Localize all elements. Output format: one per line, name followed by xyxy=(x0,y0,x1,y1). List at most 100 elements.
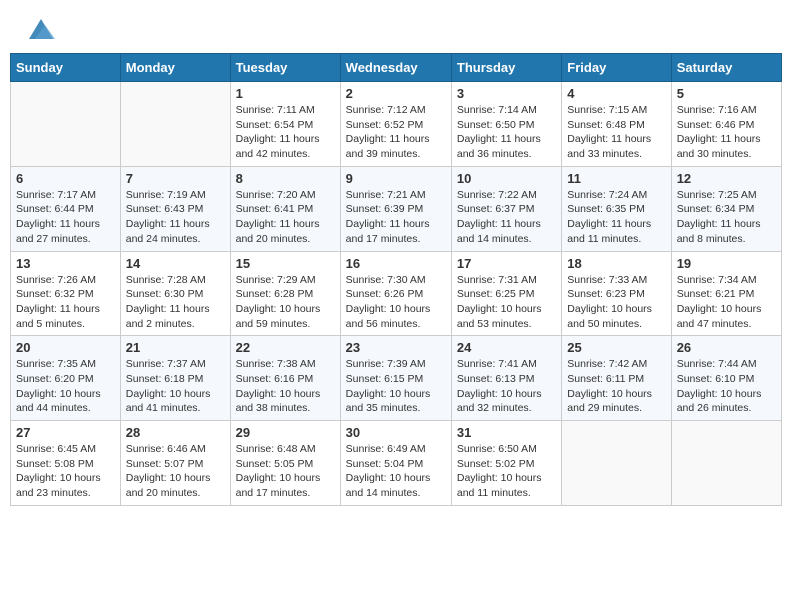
calendar-week-4: 20Sunrise: 7:35 AM Sunset: 6:20 PM Dayli… xyxy=(11,336,782,421)
day-number: 29 xyxy=(236,425,335,440)
day-number: 11 xyxy=(567,171,665,186)
calendar-cell: 26 Sunrise: 7:44 AM Sunset: 6:10 PM Dayli… xyxy=(671,336,781,421)
day-info: Sunrise: 7:22 AM Sunset: 6:37 PM Dayligh… xyxy=(457,188,556,247)
calendar-cell: 1 Sunrise: 7:11 AM Sunset: 6:54 PM Daylig… xyxy=(230,82,340,167)
calendar-week-1: 1 Sunrise: 7:11 AM Sunset: 6:54 PM Daylig… xyxy=(11,82,782,167)
day-info: Sunrise: 7:37 AM Sunset: 6:18 PM Dayligh… xyxy=(126,357,225,416)
calendar-cell: 15 Sunrise: 7:29 AM Sunset: 6:28 PM Dayli… xyxy=(230,251,340,336)
day-info: Sunrise: 7:30 AM Sunset: 6:26 PM Dayligh… xyxy=(346,273,446,332)
day-number: 2 xyxy=(346,86,446,101)
day-info: Sunrise: 7:33 AM Sunset: 6:23 PM Dayligh… xyxy=(567,273,665,332)
calendar-cell: 12 Sunrise: 7:25 AM Sunset: 6:34 PM Dayli… xyxy=(671,166,781,251)
logo xyxy=(25,20,55,43)
calendar-cell: 23 Sunrise: 7:39 AM Sunset: 6:15 PM Dayli… xyxy=(340,336,451,421)
day-info: Sunrise: 7:44 AM Sunset: 6:10 PM Dayligh… xyxy=(677,357,776,416)
calendar-cell: 18 Sunrise: 7:33 AM Sunset: 6:23 PM Dayli… xyxy=(562,251,671,336)
day-number: 1 xyxy=(236,86,335,101)
calendar-cell: 16Sunrise: 7:30 AM Sunset: 6:26 PM Dayli… xyxy=(340,251,451,336)
day-header-sunday: Sunday xyxy=(11,54,121,82)
day-info: Sunrise: 7:20 AM Sunset: 6:41 PM Dayligh… xyxy=(236,188,335,247)
day-number: 26 xyxy=(677,340,776,355)
day-number: 13 xyxy=(16,256,115,271)
calendar-cell xyxy=(120,82,230,167)
day-header-friday: Friday xyxy=(562,54,671,82)
logo-icon xyxy=(27,15,55,43)
day-number: 4 xyxy=(567,86,665,101)
day-info: Sunrise: 6:48 AM Sunset: 5:05 PM Dayligh… xyxy=(236,442,335,501)
day-info: Sunrise: 7:24 AM Sunset: 6:35 PM Dayligh… xyxy=(567,188,665,247)
calendar-week-5: 27Sunrise: 6:45 AM Sunset: 5:08 PM Dayli… xyxy=(11,421,782,506)
day-info: Sunrise: 7:11 AM Sunset: 6:54 PM Dayligh… xyxy=(236,103,335,162)
day-number: 30 xyxy=(346,425,446,440)
day-info: Sunrise: 6:46 AM Sunset: 5:07 PM Dayligh… xyxy=(126,442,225,501)
day-number: 20 xyxy=(16,340,115,355)
day-info: Sunrise: 7:28 AM Sunset: 6:30 PM Dayligh… xyxy=(126,273,225,332)
calendar-cell: 28 Sunrise: 6:46 AM Sunset: 5:07 PM Dayli… xyxy=(120,421,230,506)
day-number: 23 xyxy=(346,340,446,355)
calendar-cell xyxy=(562,421,671,506)
day-number: 17 xyxy=(457,256,556,271)
calendar-cell: 14 Sunrise: 7:28 AM Sunset: 6:30 PM Dayli… xyxy=(120,251,230,336)
calendar-cell: 3 Sunrise: 7:14 AM Sunset: 6:50 PM Daylig… xyxy=(451,82,561,167)
day-number: 24 xyxy=(457,340,556,355)
day-info: Sunrise: 7:26 AM Sunset: 6:32 PM Dayligh… xyxy=(16,273,115,332)
day-info: Sunrise: 7:38 AM Sunset: 6:16 PM Dayligh… xyxy=(236,357,335,416)
calendar-cell: 10 Sunrise: 7:22 AM Sunset: 6:37 PM Dayli… xyxy=(451,166,561,251)
day-info: Sunrise: 7:17 AM Sunset: 6:44 PM Dayligh… xyxy=(16,188,115,247)
calendar-cell: 7Sunrise: 7:19 AM Sunset: 6:43 PM Daylig… xyxy=(120,166,230,251)
calendar-cell: 2 Sunrise: 7:12 AM Sunset: 6:52 PM Daylig… xyxy=(340,82,451,167)
day-number: 5 xyxy=(677,86,776,101)
calendar-cell: 20Sunrise: 7:35 AM Sunset: 6:20 PM Dayli… xyxy=(11,336,121,421)
day-number: 10 xyxy=(457,171,556,186)
calendar-cell: 29 Sunrise: 6:48 AM Sunset: 5:05 PM Dayli… xyxy=(230,421,340,506)
day-info: Sunrise: 7:34 AM Sunset: 6:21 PM Dayligh… xyxy=(677,273,776,332)
day-header-wednesday: Wednesday xyxy=(340,54,451,82)
day-info: Sunrise: 6:50 AM Sunset: 5:02 PM Dayligh… xyxy=(457,442,556,501)
calendar-cell: 17 Sunrise: 7:31 AM Sunset: 6:25 PM Dayli… xyxy=(451,251,561,336)
day-header-tuesday: Tuesday xyxy=(230,54,340,82)
day-number: 14 xyxy=(126,256,225,271)
calendar-cell: 22Sunrise: 7:38 AM Sunset: 6:16 PM Dayli… xyxy=(230,336,340,421)
calendar-cell: 4 Sunrise: 7:15 AM Sunset: 6:48 PM Daylig… xyxy=(562,82,671,167)
day-info: Sunrise: 7:15 AM Sunset: 6:48 PM Dayligh… xyxy=(567,103,665,162)
day-info: Sunrise: 7:41 AM Sunset: 6:13 PM Dayligh… xyxy=(457,357,556,416)
page-header xyxy=(10,10,782,48)
day-header-monday: Monday xyxy=(120,54,230,82)
day-number: 6 xyxy=(16,171,115,186)
day-info: Sunrise: 7:42 AM Sunset: 6:11 PM Dayligh… xyxy=(567,357,665,416)
calendar-cell: 31 Sunrise: 6:50 AM Sunset: 5:02 PM Dayli… xyxy=(451,421,561,506)
day-info: Sunrise: 7:29 AM Sunset: 6:28 PM Dayligh… xyxy=(236,273,335,332)
day-number: 18 xyxy=(567,256,665,271)
day-info: Sunrise: 7:31 AM Sunset: 6:25 PM Dayligh… xyxy=(457,273,556,332)
day-info: Sunrise: 6:49 AM Sunset: 5:04 PM Dayligh… xyxy=(346,442,446,501)
day-info: Sunrise: 6:45 AM Sunset: 5:08 PM Dayligh… xyxy=(16,442,115,501)
day-info: Sunrise: 7:16 AM Sunset: 6:46 PM Dayligh… xyxy=(677,103,776,162)
calendar-table: SundayMondayTuesdayWednesdayThursdayFrid… xyxy=(10,53,782,506)
day-number: 12 xyxy=(677,171,776,186)
day-info: Sunrise: 7:21 AM Sunset: 6:39 PM Dayligh… xyxy=(346,188,446,247)
calendar-week-2: 6 Sunrise: 7:17 AM Sunset: 6:44 PM Daylig… xyxy=(11,166,782,251)
day-number: 31 xyxy=(457,425,556,440)
day-number: 28 xyxy=(126,425,225,440)
calendar-cell: 27Sunrise: 6:45 AM Sunset: 5:08 PM Dayli… xyxy=(11,421,121,506)
day-number: 7 xyxy=(126,171,225,186)
day-header-saturday: Saturday xyxy=(671,54,781,82)
day-number: 8 xyxy=(236,171,335,186)
day-number: 21 xyxy=(126,340,225,355)
calendar-cell: 25 Sunrise: 7:42 AM Sunset: 6:11 PM Dayli… xyxy=(562,336,671,421)
calendar-cell: 24 Sunrise: 7:41 AM Sunset: 6:13 PM Dayli… xyxy=(451,336,561,421)
day-number: 3 xyxy=(457,86,556,101)
day-number: 15 xyxy=(236,256,335,271)
day-info: Sunrise: 7:14 AM Sunset: 6:50 PM Dayligh… xyxy=(457,103,556,162)
day-info: Sunrise: 7:12 AM Sunset: 6:52 PM Dayligh… xyxy=(346,103,446,162)
calendar-cell xyxy=(11,82,121,167)
day-number: 25 xyxy=(567,340,665,355)
calendar-header-row: SundayMondayTuesdayWednesdayThursdayFrid… xyxy=(11,54,782,82)
day-info: Sunrise: 7:39 AM Sunset: 6:15 PM Dayligh… xyxy=(346,357,446,416)
calendar-cell: 21 Sunrise: 7:37 AM Sunset: 6:18 PM Dayli… xyxy=(120,336,230,421)
day-info: Sunrise: 7:25 AM Sunset: 6:34 PM Dayligh… xyxy=(677,188,776,247)
calendar-cell: 19Sunrise: 7:34 AM Sunset: 6:21 PM Dayli… xyxy=(671,251,781,336)
calendar-cell: 6 Sunrise: 7:17 AM Sunset: 6:44 PM Daylig… xyxy=(11,166,121,251)
day-number: 9 xyxy=(346,171,446,186)
calendar-cell xyxy=(671,421,781,506)
